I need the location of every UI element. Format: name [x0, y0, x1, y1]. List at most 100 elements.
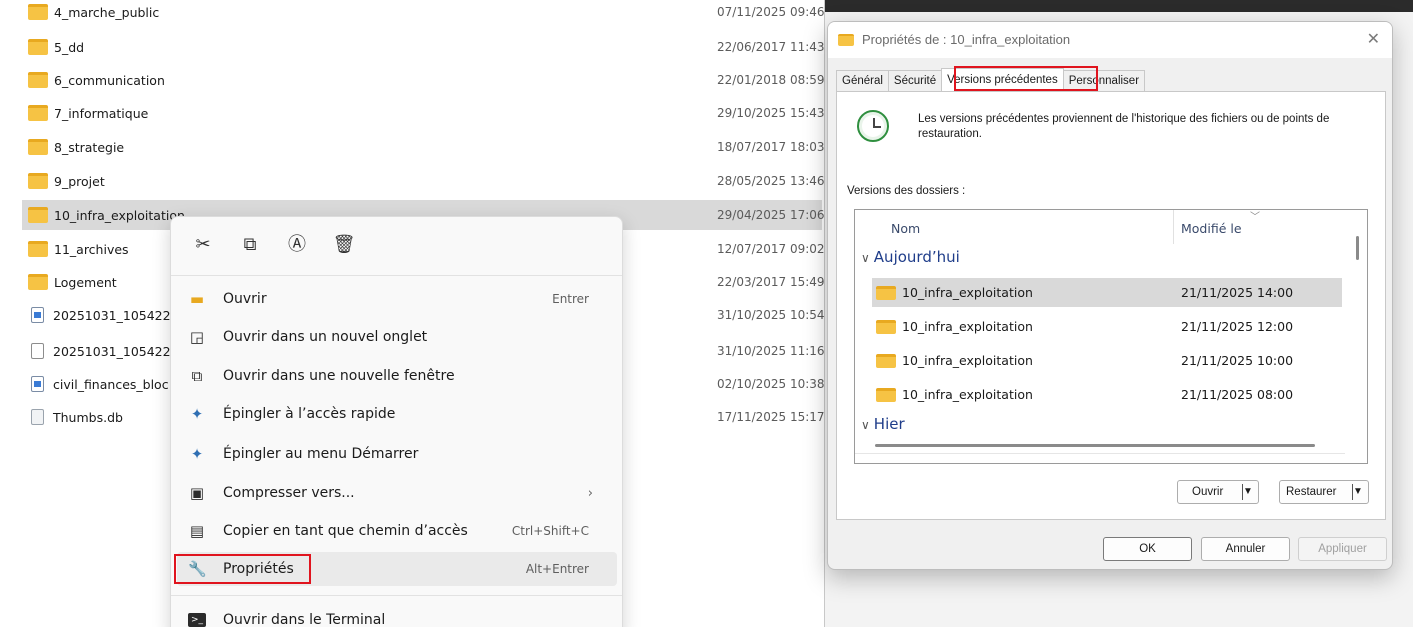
file-date: 22/06/2017 11:43 [717, 40, 824, 54]
trash-icon[interactable]: 🗑 [332, 233, 356, 257]
file-date: 22/01/2018 08:59 [717, 73, 824, 87]
rename-icon[interactable]: Ⓐ [285, 233, 309, 257]
apply-button[interactable]: Appliquer [1298, 537, 1387, 561]
menu-item-open-new-tab[interactable]: ◲ Ouvrir dans un nouvel onglet [177, 320, 617, 354]
file-date: 07/11/2025 09:46 [717, 5, 824, 19]
file-row[interactable]: 4_marche_public 07/11/2025 09:46 [22, 0, 824, 27]
version-date: 21/11/2025 14:00 [1181, 285, 1294, 300]
folder-icon [28, 105, 48, 121]
cancel-button[interactable]: Annuler [1201, 537, 1290, 561]
column-header-name[interactable]: Nom [891, 221, 920, 236]
list-header: Nom Modifié le ﹀ [855, 210, 1345, 244]
version-date: 21/11/2025 12:00 [1181, 319, 1294, 334]
dropdown-arrow-icon[interactable]: ▼ [1352, 484, 1368, 500]
vertical-scrollbar[interactable] [1356, 236, 1359, 260]
file-date: 22/03/2017 15:49 [717, 275, 824, 289]
file-date: 29/04/2025 17:06 [717, 208, 824, 222]
folder-icon [838, 34, 854, 46]
folder-icon [28, 139, 48, 155]
folder-icon [28, 241, 48, 257]
info-text: Les versions précédentes proviennent de … [918, 113, 1330, 140]
column-header-modified[interactable]: Modifié le [1181, 221, 1242, 236]
file-name: Logement [54, 274, 117, 290]
menu-item-label: Ouvrir dans le Terminal [223, 612, 386, 627]
versions-label: Versions des dossiers : [847, 185, 966, 197]
folder-icon [28, 207, 48, 223]
column-divider [1173, 210, 1174, 244]
folder-icon [28, 274, 48, 290]
menu-divider [171, 275, 622, 276]
restore-button[interactable]: Restaurer ▼ [1279, 480, 1369, 504]
menu-item-compress[interactable]: ▣ Compresser vers... › [177, 476, 617, 510]
horizontal-scrollbar[interactable] [875, 444, 1315, 447]
menu-item-label: Épingler à l’accès rapide [223, 406, 396, 422]
version-name: 10_infra_exploitation [902, 353, 1033, 368]
file-name: 8_strategie [54, 139, 125, 155]
dialog-titlebar: Propriétés de : 10_infra_exploitation ✕ [828, 22, 1392, 58]
dropdown-arrow-icon[interactable]: ▼ [1242, 484, 1258, 500]
menu-item-open-terminal[interactable]: >_ Ouvrir dans le Terminal [177, 603, 617, 627]
file-date: 28/05/2025 13:46 [717, 174, 824, 188]
terminal-icon: >_ [188, 613, 206, 627]
menu-item-copy-path[interactable]: ▤ Copier en tant que chemin d’accès Ctrl… [177, 514, 617, 548]
menu-item-open[interactable]: ▬ Ouvrir Entrer [177, 282, 617, 316]
file-name: civil_finances_bloc [53, 376, 169, 392]
menu-item-shortcut: Entrer [552, 292, 589, 306]
file-name: 6_communication [54, 72, 165, 88]
menu-item-label: Épingler au menu Démarrer [223, 446, 419, 462]
menu-item-open-new-window[interactable]: ⧉ Ouvrir dans une nouvelle fenêtre [177, 359, 617, 393]
version-row[interactable]: 10_infra_exploitation 21/11/2025 08:00 [872, 380, 1342, 409]
database-file-icon [31, 409, 44, 425]
version-name: 10_infra_exploitation [902, 387, 1033, 402]
open-version-button[interactable]: Ouvrir ▼ [1177, 480, 1259, 504]
ok-button[interactable]: OK [1103, 537, 1192, 561]
menu-item-pin-quick-access[interactable]: ✦ Épingler à l’accès rapide [177, 397, 617, 431]
properties-dialog: Propriétés de : 10_infra_exploitation ✕ … [827, 21, 1393, 570]
menu-item-pin-start[interactable]: ✦ Épingler au menu Démarrer [177, 437, 617, 471]
scissors-icon[interactable]: ✂ [191, 233, 215, 257]
background-titlebar [825, 0, 1413, 12]
button-label: Ouvrir [1192, 486, 1224, 498]
copy-icon[interactable]: ⧉ [238, 233, 262, 257]
sort-chevron-icon: ﹀ [1250, 212, 1260, 223]
file-row[interactable]: 9_projet 28/05/2025 13:46 [22, 166, 824, 196]
version-date: 21/11/2025 10:00 [1181, 353, 1294, 368]
file-row[interactable]: 5_dd 22/06/2017 11:43 [22, 32, 824, 62]
close-icon[interactable]: ✕ [1367, 29, 1380, 49]
tab-customize[interactable]: Personnaliser [1062, 70, 1146, 92]
file-row[interactable]: 8_strategie 18/07/2017 18:03 [22, 132, 824, 162]
version-row[interactable]: 10_infra_exploitation 21/11/2025 10:00 [872, 346, 1342, 375]
file-row[interactable]: 6_communication 22/01/2018 08:59 [22, 65, 824, 95]
open-folder-icon: ▬ [189, 290, 205, 308]
file-name: 4_marche_public [54, 4, 160, 20]
file-name: Thumbs.db [53, 409, 123, 425]
tab-security[interactable]: Sécurité [887, 70, 943, 92]
context-menu: ✂ ⧉ Ⓐ 🗑 ▬ Ouvrir Entrer ◲ Ouvrir dans un… [170, 216, 623, 627]
versions-list[interactable]: Nom Modifié le ﹀ ∨ Aujourd’hui 10_infra_e… [854, 209, 1368, 464]
menu-divider [171, 595, 622, 596]
file-date: 18/07/2017 18:03 [717, 140, 824, 154]
tab-previous-versions[interactable]: Versions précédentes [941, 68, 1064, 92]
file-date: 02/10/2025 10:38 [717, 377, 824, 391]
group-header-yesterday[interactable]: ∨ Hier [861, 415, 905, 433]
menu-item-properties[interactable]: 🔧 Propriétés Alt+Entrer [177, 552, 617, 586]
previous-versions-panel: Les versions précédentes proviennent de … [836, 91, 1386, 520]
version-row-selected[interactable]: 10_infra_exploitation 21/11/2025 14:00 [872, 278, 1342, 307]
menu-item-label: Ouvrir dans un nouvel onglet [223, 329, 428, 345]
folder-icon [28, 4, 48, 20]
path-icon: ▤ [189, 522, 205, 540]
file-name: 20251031_105422.jp [53, 307, 186, 323]
context-menu-toolbar: ✂ ⧉ Ⓐ 🗑 [171, 217, 622, 275]
file-date: 29/10/2025 15:43 [717, 106, 824, 120]
pin-icon: ✦ [190, 405, 204, 423]
folder-icon [876, 285, 896, 300]
chevron-down-icon: ∨ [861, 418, 870, 432]
version-row[interactable]: 10_infra_exploitation 21/11/2025 12:00 [872, 312, 1342, 341]
dialog-title: Propriétés de : 10_infra_exploitation [862, 32, 1071, 47]
file-date: 31/10/2025 10:54 [717, 308, 824, 322]
image-file-icon [31, 376, 44, 392]
new-window-icon: ⧉ [191, 367, 203, 385]
file-row[interactable]: 7_informatique 29/10/2025 15:43 [22, 98, 824, 128]
group-header-today[interactable]: ∨ Aujourd’hui [861, 248, 960, 266]
tab-general[interactable]: Général [836, 70, 889, 92]
